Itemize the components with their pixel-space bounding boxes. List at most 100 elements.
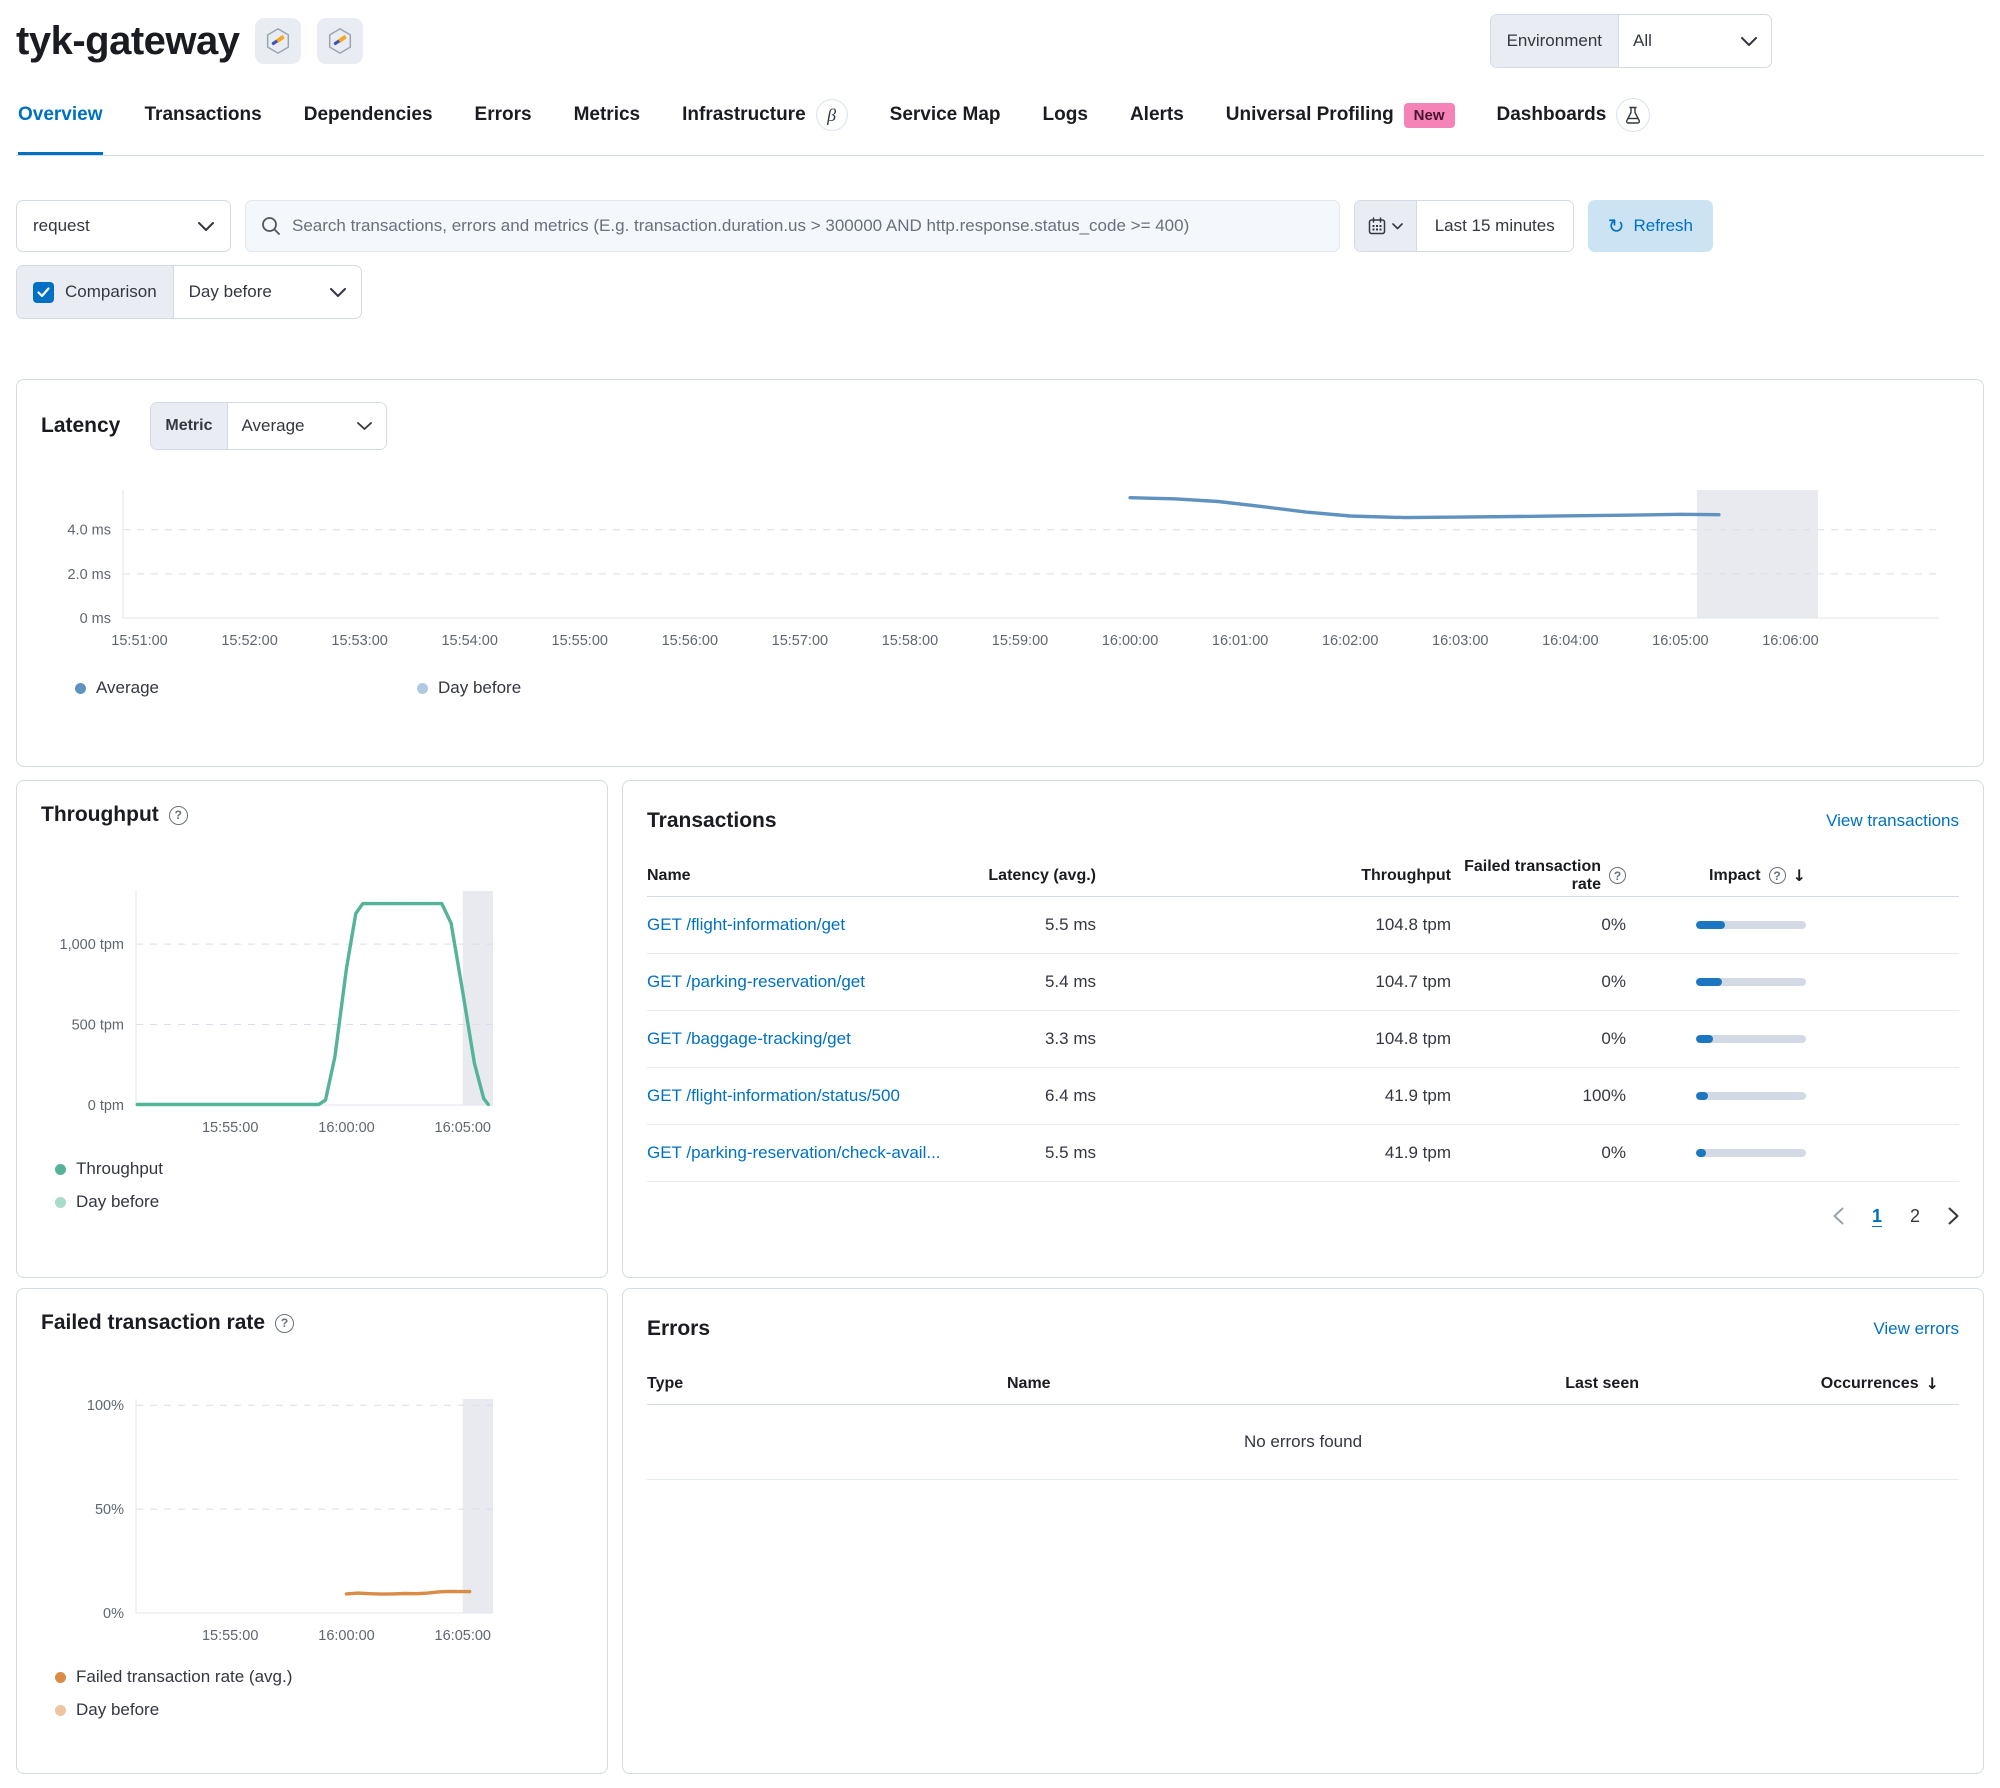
refresh-icon: ↻: [1607, 214, 1625, 238]
impact-bar: [1626, 1092, 1806, 1100]
column-header-throughput[interactable]: Throughput: [1096, 867, 1451, 885]
svg-text:16:05:00: 16:05:00: [435, 1628, 491, 1644]
agent-icon-button-2[interactable]: [317, 18, 364, 64]
help-icon[interactable]: ?: [168, 805, 188, 825]
column-header-type[interactable]: Type: [647, 1375, 1007, 1393]
comparison-row: Comparison Day before: [16, 265, 1984, 319]
column-header-name[interactable]: Name: [647, 867, 946, 885]
failed-rate-chart[interactable]: 100% 50% 0% 15:55:00 16:00:00 16:05:00: [41, 1353, 585, 1649]
latency-value: 5.5 ms: [1044, 1143, 1096, 1162]
column-header-failed-rate[interactable]: Failed transaction rate ?: [1451, 858, 1626, 894]
svg-text:15:55:00: 15:55:00: [202, 1628, 258, 1644]
page-1-button[interactable]: 1: [1872, 1206, 1882, 1227]
legend-dot: [55, 1196, 66, 1208]
column-header-latency[interactable]: Latency (avg.): [946, 867, 1096, 885]
tab-metrics[interactable]: Metrics: [574, 98, 641, 155]
tab-dashboards[interactable]: Dashboards: [1497, 98, 1651, 155]
beaker-icon: [1616, 98, 1651, 132]
tab-infrastructure[interactable]: Infrastructure β: [682, 98, 848, 155]
throughput-chart[interactable]: 1,000 tpm 500 tpm 0 tpm 15:55:00 16:00:00 16:…: [41, 845, 585, 1141]
legend-label: Day before: [76, 1192, 160, 1211]
legend-item[interactable]: Day before: [55, 1700, 583, 1720]
legend-label: Day before: [438, 678, 522, 697]
comparison-select[interactable]: Day before: [172, 266, 361, 318]
legend-item[interactable]: Day before: [417, 678, 521, 698]
tab-transactions[interactable]: Transactions: [145, 98, 262, 155]
svg-text:15:55:00: 15:55:00: [552, 633, 608, 649]
tab-service-map[interactable]: Service Map: [890, 98, 1001, 155]
legend-item[interactable]: Average: [75, 678, 159, 698]
latency-value: 5.5 ms: [1044, 915, 1096, 934]
tab-label: Logs: [1042, 104, 1088, 125]
latency-chart[interactable]: 4.0 ms 2.0 ms 0 ms15:51:00 15:52:00 15:53:00…: [41, 476, 1961, 662]
svg-text:50%: 50%: [95, 1502, 124, 1518]
tab-overview[interactable]: Overview: [18, 98, 103, 155]
svg-text:15:58:00: 15:58:00: [882, 633, 938, 649]
transaction-link[interactable]: GET /parking-reservation/get: [647, 972, 946, 992]
svg-text:15:56:00: 15:56:00: [662, 633, 718, 649]
pagination: 1 2: [647, 1198, 1959, 1234]
svg-text:15:51:00: 15:51:00: [111, 633, 167, 649]
tab-label: Dashboards: [1496, 104, 1607, 125]
svg-text:4.0 ms: 4.0 ms: [67, 523, 111, 539]
svg-text:16:00:00: 16:00:00: [318, 1120, 374, 1136]
column-header-occurrences[interactable]: Occurrences ↓: [1639, 1374, 1939, 1393]
failed-rate-value: 100%: [1582, 1086, 1626, 1105]
legend-item[interactable]: Throughput: [55, 1159, 583, 1179]
tab-logs[interactable]: Logs: [1043, 98, 1088, 155]
filter-bar: request Search transactions, errors and …: [16, 200, 1713, 252]
failed-transaction-rate-panel: Failed transaction rate ? 100% 50% 0% 15:55…: [16, 1288, 608, 1774]
svg-text:16:03:00: 16:03:00: [1432, 633, 1488, 649]
metric-value-dropdown[interactable]: Average: [227, 403, 386, 449]
help-icon[interactable]: ?: [275, 1313, 295, 1333]
next-page-button[interactable]: [1948, 1207, 1959, 1225]
comparison-checkbox[interactable]: [33, 281, 54, 303]
errors-panel-title: Errors: [647, 1317, 711, 1340]
legend-item[interactable]: Day before: [55, 1192, 583, 1212]
tab-alerts[interactable]: Alerts: [1130, 98, 1184, 155]
view-errors-link[interactable]: View errors: [1873, 1319, 1959, 1339]
column-header-name[interactable]: Name: [1007, 1375, 1319, 1393]
transaction-link[interactable]: GET /flight-information/get: [647, 915, 946, 935]
tab-errors[interactable]: Errors: [475, 98, 532, 155]
table-row: GET /parking-reservation/check-avail... …: [647, 1125, 1959, 1182]
refresh-button[interactable]: ↻ Refresh: [1587, 200, 1713, 252]
failed-rate-value: 0%: [1601, 915, 1626, 934]
transaction-link[interactable]: GET /parking-reservation/check-avail...: [647, 1143, 946, 1163]
page-title: tyk-gateway: [16, 18, 240, 63]
time-range-button[interactable]: Last 15 minutes: [1416, 201, 1573, 251]
page-2-button[interactable]: 2: [1910, 1206, 1920, 1227]
transaction-link[interactable]: GET /baggage-tracking/get: [647, 1029, 946, 1049]
calendar-dropdown-button[interactable]: [1354, 201, 1417, 251]
tab-label: Overview: [18, 104, 103, 125]
column-header-last-seen[interactable]: Last seen: [1319, 1375, 1639, 1393]
tab-universal-profiling[interactable]: Universal Profiling New: [1226, 98, 1455, 155]
legend-label: Failed transaction rate (avg.): [76, 1667, 293, 1686]
failed-rate-value: 0%: [1601, 1029, 1626, 1048]
comparison-label: Comparison: [65, 282, 157, 301]
throughput-value: 104.8 tpm: [1375, 915, 1451, 934]
column-header-impact[interactable]: Impact ? ↓: [1626, 866, 1806, 885]
transaction-type-select[interactable]: request: [16, 200, 231, 252]
svg-text:100%: 100%: [87, 1398, 124, 1414]
transaction-link[interactable]: GET /flight-information/status/500: [647, 1086, 946, 1106]
environment-select[interactable]: Environment All: [1489, 14, 1772, 68]
search-input[interactable]: [292, 216, 1325, 236]
tab-dependencies[interactable]: Dependencies: [304, 98, 433, 155]
svg-text:15:53:00: 15:53:00: [331, 633, 387, 649]
previous-page-button[interactable]: [1833, 1207, 1844, 1225]
chevron-down-icon: [1392, 222, 1403, 230]
agent-icon-button-1[interactable]: [255, 18, 302, 64]
svg-text:0 tpm: 0 tpm: [88, 1098, 124, 1114]
svg-text:16:01:00: 16:01:00: [1212, 633, 1268, 649]
chevron-down-icon: [198, 221, 214, 231]
new-badge: New: [1403, 102, 1455, 128]
legend-item[interactable]: Failed transaction rate (avg.): [55, 1667, 583, 1687]
view-transactions-link[interactable]: View transactions: [1826, 811, 1959, 831]
failed-rate-value: 0%: [1601, 1143, 1626, 1162]
help-icon: ?: [1609, 867, 1626, 884]
time-range-value: Last 15 minutes: [1434, 216, 1555, 235]
svg-text:16:04:00: 16:04:00: [1542, 633, 1598, 649]
latency-panel-title: Latency: [41, 414, 121, 437]
svg-text:1,000 tpm: 1,000 tpm: [60, 937, 125, 953]
